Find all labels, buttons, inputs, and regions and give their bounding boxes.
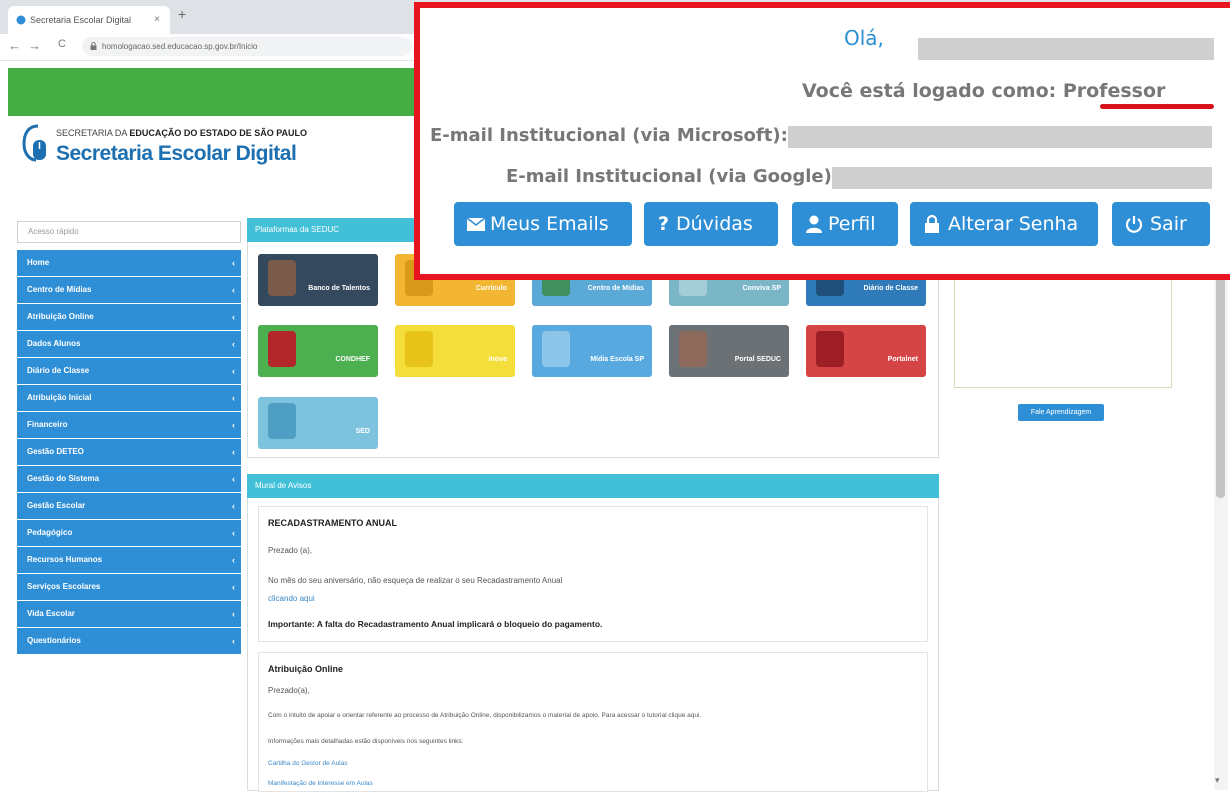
notice-link[interactable]: clicando aqui — [268, 594, 315, 603]
sed-logo-icon — [22, 124, 46, 162]
fale-aprendizagem-button[interactable]: Fale Aprendizagem — [1018, 404, 1104, 421]
forward-icon[interactable]: → — [28, 38, 41, 53]
help-button[interactable]: ? Dúvidas — [644, 202, 778, 246]
power-icon — [1125, 216, 1143, 233]
chevron-left-icon: ‹ — [232, 609, 235, 619]
envelope-icon — [466, 217, 486, 231]
chevron-left-icon: ‹ — [232, 393, 235, 403]
profile-button[interactable]: Perfil — [792, 202, 898, 246]
seal-icon — [816, 331, 844, 367]
tile-portal-seduc[interactable]: Portal SEDUC — [669, 325, 789, 377]
notice-greeting: Prezado (a), — [268, 546, 313, 555]
seal-icon — [268, 331, 296, 367]
email-google-label: E-mail Institucional (via Google): — [506, 166, 840, 187]
chevron-left-icon: ‹ — [232, 258, 235, 268]
redacted-name — [918, 38, 1214, 60]
scroll-down-icon[interactable]: ▾ — [1215, 775, 1220, 786]
sed-logo-icon — [268, 403, 296, 439]
sidebar-item-pedagogico[interactable]: Pedagógico ‹ — [17, 520, 241, 546]
portal-icon — [679, 331, 707, 367]
tab-title: Secretaria Escolar Digital — [30, 15, 132, 25]
tile-banco-de-talentos[interactable]: Banco de Talentos — [258, 254, 378, 306]
address-url: homologacao.sed.educacao.sp.gov.br/Inici… — [102, 42, 258, 51]
my-emails-button[interactable]: Meus Emails — [454, 202, 632, 246]
tile-inova[interactable]: Inova — [395, 325, 515, 377]
sidebar-item-gestao-deteo[interactable]: Gestão DETEO ‹ — [17, 439, 241, 465]
chevron-left-icon: ‹ — [232, 501, 235, 511]
chevron-left-icon: ‹ — [232, 528, 235, 538]
back-icon[interactable]: ← — [8, 38, 21, 53]
tile-sed[interactable]: SED — [258, 397, 378, 449]
sidebar-item-centro-de-midias[interactable]: Centro de Mídias ‹ — [17, 277, 241, 303]
sidebar-menu: Home ‹ Centro de Mídias ‹ Atribuição Onlin… — [17, 250, 241, 655]
site-favicon-icon — [16, 15, 26, 25]
sidebar-item-diario-de-classe[interactable]: Diário de Classe ‹ — [17, 358, 241, 384]
chevron-left-icon: ‹ — [232, 285, 235, 295]
email-microsoft-label: E-mail Institucional (via Microsoft): — [430, 125, 788, 146]
inova-icon — [405, 331, 433, 367]
notice-important: Importante: A falta do Recadastramento A… — [268, 619, 603, 629]
new-tab-button[interactable]: + — [178, 6, 186, 22]
address-bar[interactable]: homologacao.sed.educacao.sp.gov.br/Inici… — [82, 37, 412, 56]
notice-greeting: Prezado(a), — [268, 686, 310, 695]
side-widget-box — [954, 262, 1172, 388]
scrollbar-thumb[interactable] — [1216, 262, 1225, 498]
chevron-left-icon: ‹ — [232, 420, 235, 430]
sidebar-item-dados-alunos[interactable]: Dados Alunos ‹ — [17, 331, 241, 357]
tab-close-icon[interactable]: × — [154, 6, 160, 34]
browser-tab[interactable]: Secretaria Escolar Digital × — [8, 6, 170, 34]
chevron-left-icon: ‹ — [232, 339, 235, 349]
user-icon — [806, 215, 822, 233]
chevron-left-icon: ‹ — [232, 582, 235, 592]
notice-link[interactable]: Cartilha do Gestor de Aulas — [268, 760, 348, 767]
sidebar-item-gestao-do-sistema[interactable]: Gestão do Sistema ‹ — [17, 466, 241, 492]
chevron-left-icon: ‹ — [232, 447, 235, 457]
school-icon — [542, 331, 570, 367]
sidebar-item-home[interactable]: Home ‹ — [17, 250, 241, 276]
notice-body: No mês do seu aniversário, não esqueça d… — [268, 576, 563, 585]
lock-icon — [90, 42, 97, 50]
tile-midia-escola-sp[interactable]: Mídia Escola SP — [532, 325, 652, 377]
tile-portalnet[interactable]: Portalnet — [806, 325, 926, 377]
sidebar-item-gestao-escolar[interactable]: Gestão Escolar ‹ — [17, 493, 241, 519]
notice-body: Com o intuito de apoiar e orientar refer… — [268, 712, 702, 719]
notice-card-atribuicao — [258, 652, 928, 792]
sidebar-item-atribuicao-online[interactable]: Atribuição Online ‹ — [17, 304, 241, 330]
notice-info: Informações mais detalhadas estão dispon… — [268, 738, 464, 745]
logged-as-text: Você está logado como: Professor — [802, 80, 1166, 102]
quick-access-search-input[interactable]: Acesso rápido — [17, 221, 241, 243]
greeting-text: Olá, — [844, 26, 884, 50]
reload-icon[interactable]: C — [58, 38, 66, 50]
chevron-left-icon: ‹ — [232, 312, 235, 322]
redacted-email-google — [832, 167, 1212, 189]
book-icon — [268, 260, 296, 296]
lock-icon — [925, 214, 939, 233]
chevron-left-icon: ‹ — [232, 366, 235, 376]
sidebar-item-vida-escolar[interactable]: Vida Escolar ‹ — [17, 601, 241, 627]
logout-button[interactable]: Sair — [1112, 202, 1210, 246]
brand-title: Secretaria Escolar Digital — [56, 142, 297, 165]
sidebar-item-servicos-escolares[interactable]: Serviços Escolares ‹ — [17, 574, 241, 600]
sidebar-item-atribuicao-inicial[interactable]: Atribuição Inicial ‹ — [17, 385, 241, 411]
question-icon: ? — [658, 213, 670, 235]
user-header-zoom-overlay: Olá, Você está logado como: Professor E-… — [414, 2, 1230, 280]
notice-title: Atribuição Online — [268, 664, 344, 674]
sidebar-item-financeiro[interactable]: Financeiro ‹ — [17, 412, 241, 438]
org-name: SECRETARIA DA EDUCAÇÃO DO ESTADO DE SÃO … — [56, 128, 308, 138]
chevron-left-icon: ‹ — [232, 555, 235, 565]
sidebar-item-recursos-humanos[interactable]: Recursos Humanos ‹ — [17, 547, 241, 573]
notices-panel-header: Mural de Avisos — [247, 474, 939, 498]
chevron-left-icon: ‹ — [232, 474, 235, 484]
redacted-email-microsoft — [788, 126, 1212, 148]
sidebar-item-questionarios[interactable]: Questionários ‹ — [17, 628, 241, 654]
change-password-button[interactable]: Alterar Senha — [910, 202, 1098, 246]
highlight-underline — [1100, 104, 1214, 109]
chevron-left-icon: ‹ — [232, 636, 235, 646]
notice-title: RECADASTRAMENTO ANUAL — [268, 518, 397, 528]
tile-condhef[interactable]: CONDHEF — [258, 325, 378, 377]
notice-link[interactable]: Manifestação de Interesse em Aulas — [268, 780, 373, 787]
